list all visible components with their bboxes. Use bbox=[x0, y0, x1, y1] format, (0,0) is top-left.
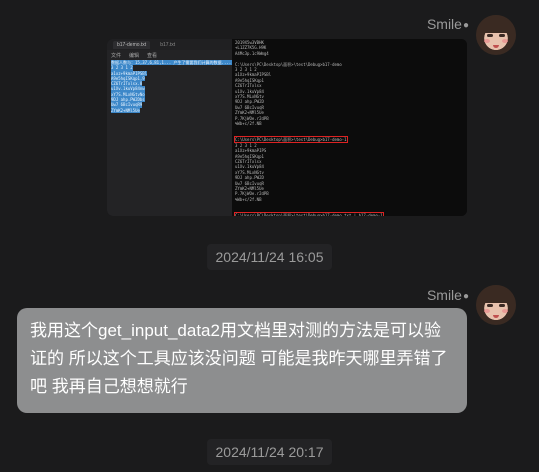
menu-view: 查看 bbox=[147, 52, 158, 59]
sender-name: Smile● bbox=[426, 16, 469, 32]
notepad-window: b17-demo.txt b17.txt 文件 编辑 查看 数据人数与：15,3… bbox=[107, 39, 236, 216]
avatar[interactable] bbox=[476, 285, 516, 325]
menu-edit: 编辑 bbox=[129, 52, 140, 59]
timestamp: 2024/11/24 20:17 bbox=[206, 439, 333, 465]
notepad-tab: b17-demo.txt bbox=[113, 40, 151, 49]
notepad-line: ZYmK2+NMl5Ue bbox=[111, 107, 140, 113]
sender-name: Smile● bbox=[426, 287, 469, 303]
menu-file: 文件 bbox=[111, 52, 122, 59]
timestamp: 2024/11/24 16:05 bbox=[206, 244, 333, 270]
notepad-tab-2: b17.txt bbox=[160, 41, 176, 48]
console-line: C:\Users\PC\Desktop\面积>\test\Debug>b17-d… bbox=[234, 212, 384, 216]
text-message-bubble[interactable]: 我用这个get_input_data2用文档里对测的方法是可以验证的 所以这个工… bbox=[17, 308, 467, 413]
console-window: 2019X5w3VBHK +L1ZZ7K5G.H9K A4Mc3p.1c9Wmg4 … bbox=[232, 39, 467, 216]
notepad-text: 数据人数与：15,37,6,81,1... 产生了需要我们计算的数据......… bbox=[111, 60, 236, 113]
avatar[interactable] bbox=[476, 15, 516, 55]
image-message[interactable]: b17-demo.txt b17.txt 文件 编辑 查看 数据人数与：15,3… bbox=[107, 39, 467, 216]
